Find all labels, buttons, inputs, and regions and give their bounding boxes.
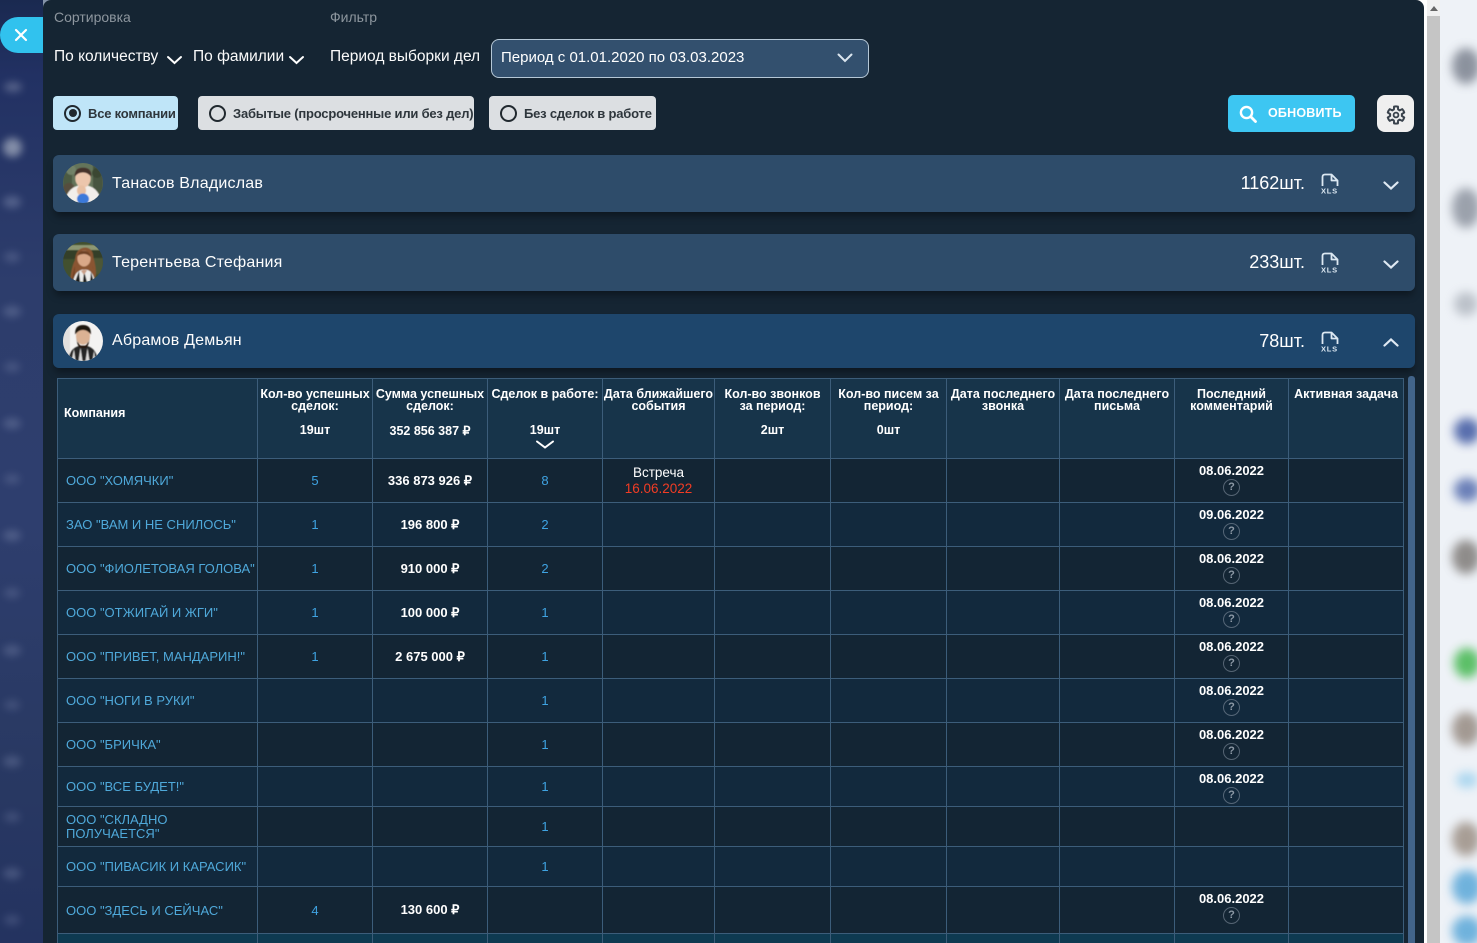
svg-text:XLS: XLS (1321, 266, 1338, 274)
svg-text:XLS: XLS (1321, 344, 1338, 352)
svg-text:XLS: XLS (1321, 187, 1338, 195)
